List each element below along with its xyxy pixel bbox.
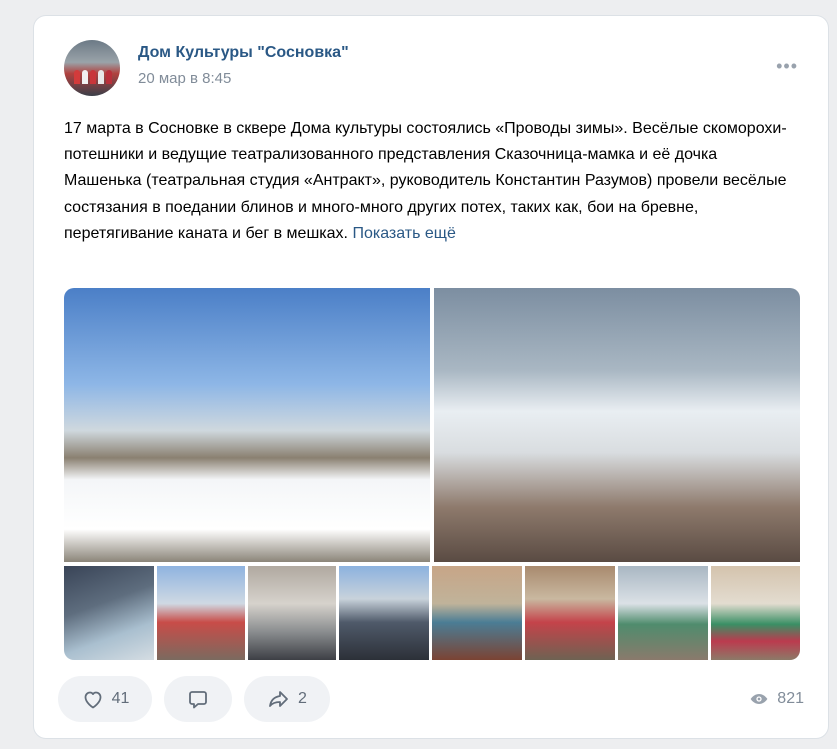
photo-10[interactable]: [711, 566, 800, 660]
post-card: Дом Культуры "Сосновка" 20 мар в 8:45 ••…: [34, 16, 828, 738]
show-more-link[interactable]: Показать ещё: [352, 225, 455, 242]
photo-8[interactable]: [525, 566, 615, 660]
photo-1[interactable]: [64, 288, 430, 562]
photo-4[interactable]: [157, 566, 245, 660]
photo-9[interactable]: [618, 566, 708, 660]
share-arrow-icon: [267, 687, 291, 711]
like-count: 41: [111, 690, 130, 707]
heart-icon: [81, 687, 105, 711]
photo-3[interactable]: [64, 566, 154, 660]
more-icon[interactable]: •••: [776, 57, 798, 75]
like-button[interactable]: 41: [58, 676, 152, 722]
post-date[interactable]: 20 мар в 8:45: [138, 70, 231, 87]
comment-icon: [186, 687, 210, 711]
community-name-link[interactable]: Дом Культуры "Сосновка": [138, 44, 349, 62]
eye-icon: [749, 689, 769, 709]
photo-6[interactable]: [339, 566, 429, 660]
share-count: 2: [298, 690, 307, 707]
photo-5[interactable]: [248, 566, 336, 660]
views-counter: 821: [749, 689, 804, 709]
views-count: 821: [777, 690, 804, 707]
post-text: 17 марта в Сосновке в сквере Дома культу…: [64, 116, 794, 247]
community-avatar[interactable]: [64, 40, 120, 96]
post-body: 17 марта в Сосновке в сквере Дома культу…: [64, 120, 787, 242]
photo-2[interactable]: [434, 288, 800, 562]
photo-grid: [64, 288, 800, 660]
photo-7[interactable]: [432, 566, 522, 660]
comment-button[interactable]: [164, 676, 232, 722]
share-button[interactable]: 2: [244, 676, 330, 722]
post-actions: 41 2 821: [58, 676, 804, 722]
